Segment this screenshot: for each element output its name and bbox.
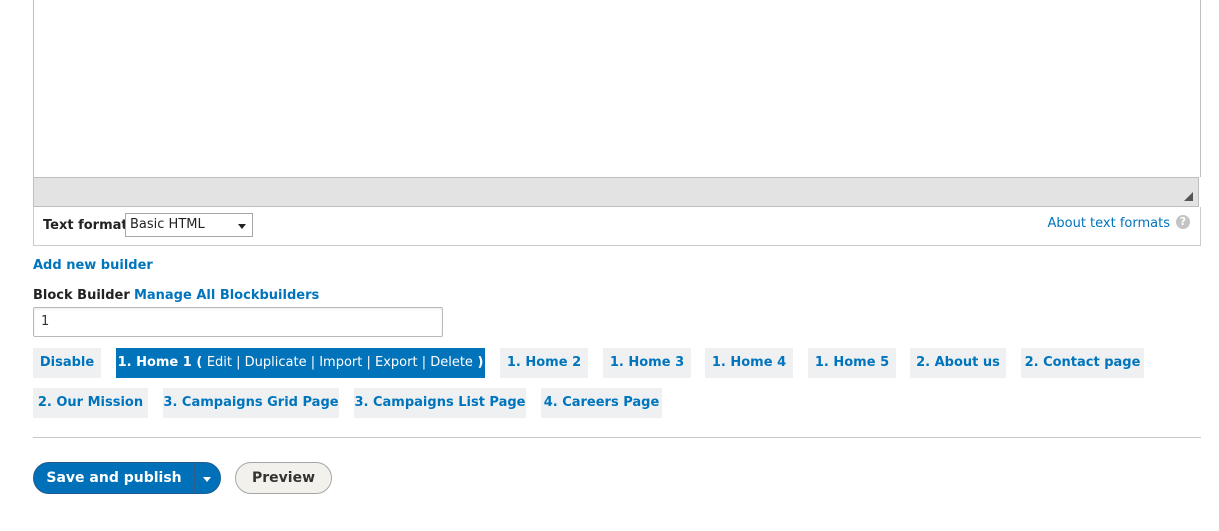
tab-label: 1. Home 5 (814, 355, 890, 370)
block-builder-label: Block Builder (33, 288, 130, 303)
tab-home-5[interactable]: 1. Home 5 (808, 348, 896, 378)
tab-campaigns-list[interactable]: 3. Campaigns List Page (354, 388, 526, 418)
block-builder-row: Block Builder Manage All Blockbuilders (33, 288, 319, 303)
tab-label: 3. Campaigns Grid Page (163, 395, 339, 410)
tab-home-1[interactable]: 1. Home 1 ( Edit | Duplicate | Import | … (116, 348, 485, 378)
tab-careers-page[interactable]: 4. Careers Page (541, 388, 662, 418)
save-label: Save and publish (46, 470, 182, 486)
tab-label: 1. Home 1 ( (117, 355, 203, 370)
tab-home-2[interactable]: 1. Home 2 (500, 348, 588, 378)
text-format-value: Basic HTML (130, 217, 205, 232)
tab-disable[interactable]: Disable (33, 348, 101, 378)
text-format-label: Text format (43, 218, 128, 233)
tab-home-3[interactable]: 1. Home 3 (603, 348, 691, 378)
chevron-down-icon[interactable] (203, 477, 211, 482)
tab-label: 1. Home 2 (506, 355, 582, 370)
tab-label: 2. Our Mission (37, 395, 144, 410)
tab-label: 2. About us (916, 355, 1000, 370)
tab-home-4[interactable]: 1. Home 4 (705, 348, 793, 378)
text-format-row: Text format Basic HTML About text format… (33, 207, 1201, 246)
tab-label: 4. Careers Page (543, 395, 660, 410)
tab-label: 1. Home 3 (609, 355, 685, 370)
tab-about-us[interactable]: 2. About us (910, 348, 1006, 378)
tab-label: Disable (39, 355, 95, 370)
tab-our-mission[interactable]: 2. Our Mission (33, 388, 148, 418)
tab-close-paren: ) (477, 355, 484, 370)
chevron-down-icon (238, 224, 246, 229)
tab-label: 2. Contact page (1024, 355, 1141, 370)
about-text-formats-link[interactable]: About text formats (1047, 216, 1170, 231)
button-split-divider (194, 463, 195, 493)
tab-campaigns-grid[interactable]: 3. Campaigns Grid Page (163, 388, 339, 418)
tab-contact-page[interactable]: 2. Contact page (1021, 348, 1144, 378)
block-builder-input[interactable]: 1 (33, 307, 443, 337)
tab-label: 3. Campaigns List Page (354, 395, 526, 410)
editor-content-area[interactable] (33, 0, 1201, 177)
divider (33, 437, 1201, 438)
save-and-publish-button[interactable]: Save and publish (33, 462, 221, 494)
tab-label: 1. Home 4 (711, 355, 787, 370)
tab-actions[interactable]: Edit | Duplicate | Import | Export | Del… (207, 355, 473, 370)
preview-button[interactable]: Preview (235, 462, 332, 494)
manage-blockbuilders-link[interactable]: Manage All Blockbuilders (134, 288, 319, 303)
text-format-select[interactable]: Basic HTML (125, 213, 253, 237)
editor-statusbar (33, 177, 1199, 207)
add-new-builder-link[interactable]: Add new builder (33, 258, 153, 273)
help-icon[interactable]: ? (1176, 215, 1190, 229)
resize-grip-icon[interactable] (1184, 192, 1193, 201)
